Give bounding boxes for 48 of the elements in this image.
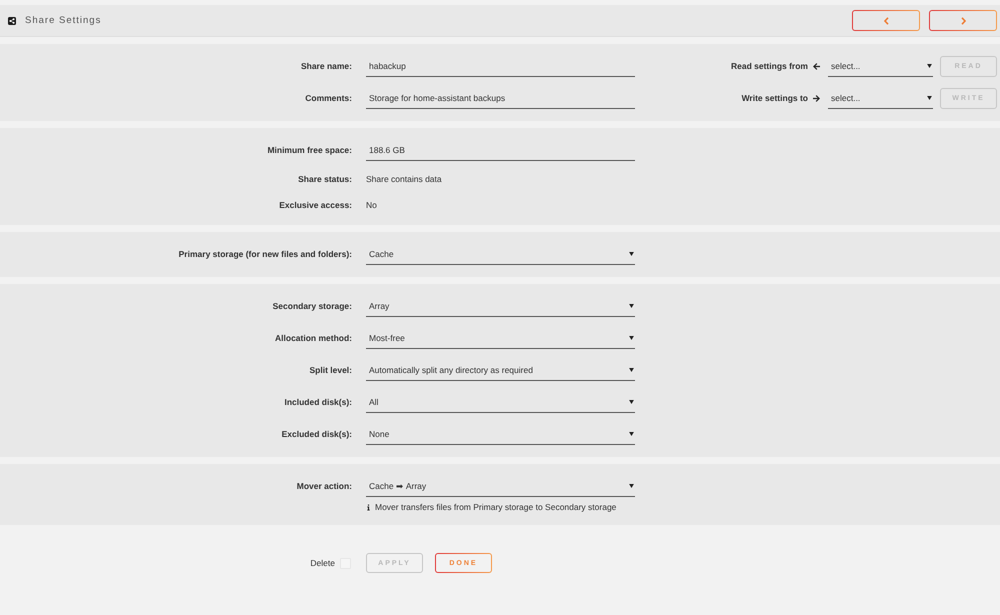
field-value: No: [366, 199, 378, 212]
help-text: Mover transfers files from Primary storage to Secondary storage: [375, 501, 616, 513]
caret-down-icon: [629, 368, 634, 372]
next-button[interactable]: [929, 10, 997, 31]
field-label: Exclusive access:: [278, 199, 352, 212]
dropdown[interactable]: Most-free: [366, 328, 635, 349]
previous-button[interactable]: [852, 10, 920, 31]
caret-down-icon: [629, 400, 634, 404]
delete-label: Delete: [310, 558, 335, 568]
field-label: Excluded disk(s):: [280, 428, 352, 441]
field-value: Share contains data: [366, 173, 443, 186]
page-title: Share Settings: [25, 15, 102, 26]
dropdown[interactable]: Cache ➡ Array: [366, 476, 635, 497]
info-icon: [367, 504, 370, 510]
caret-down-icon: [629, 252, 634, 256]
text-field[interactable]: habackup: [366, 56, 635, 77]
field-label: Secondary storage:: [272, 300, 352, 313]
chevron-right-icon: [960, 16, 966, 24]
field-label: Comments:: [304, 92, 352, 105]
dropdown[interactable]: select...: [828, 56, 933, 77]
field-label: Share name:: [300, 60, 352, 73]
arrow-right-icon: [813, 94, 820, 102]
dropdown[interactable]: Array: [366, 296, 635, 317]
caret-down-icon: [629, 432, 634, 436]
caret-down-icon: [629, 304, 634, 308]
caret-down-icon: [927, 96, 932, 100]
text-field[interactable]: 188.6 GB: [366, 140, 635, 161]
field-label: Share status:: [297, 173, 352, 186]
field-label: Minimum free space:: [266, 144, 352, 157]
dropdown[interactable]: Cache: [366, 244, 635, 265]
field-label: Split level:: [308, 364, 352, 377]
arrow-left-icon: [813, 62, 820, 70]
field-label: Primary storage (for new files and folders):: [178, 248, 352, 261]
chevron-left-icon: [884, 16, 888, 24]
field-label: Included disk(s):: [283, 396, 352, 409]
field-label: Read settings from: [731, 60, 808, 73]
caret-down-icon: [629, 336, 634, 340]
dropdown[interactable]: select...: [828, 88, 933, 109]
text-field[interactable]: Storage for home-assistant backups: [366, 88, 635, 109]
dropdown[interactable]: All: [366, 392, 635, 413]
field-label: Allocation method:: [274, 332, 352, 345]
caret-down-icon: [629, 484, 634, 488]
field-label: Mover action:: [296, 480, 352, 493]
share-icon: [8, 16, 16, 24]
field-label: Write settings to: [742, 92, 808, 105]
caret-down-icon: [927, 64, 932, 68]
dropdown[interactable]: None: [366, 424, 635, 445]
dropdown[interactable]: Automatically split any directory as required: [366, 360, 635, 381]
